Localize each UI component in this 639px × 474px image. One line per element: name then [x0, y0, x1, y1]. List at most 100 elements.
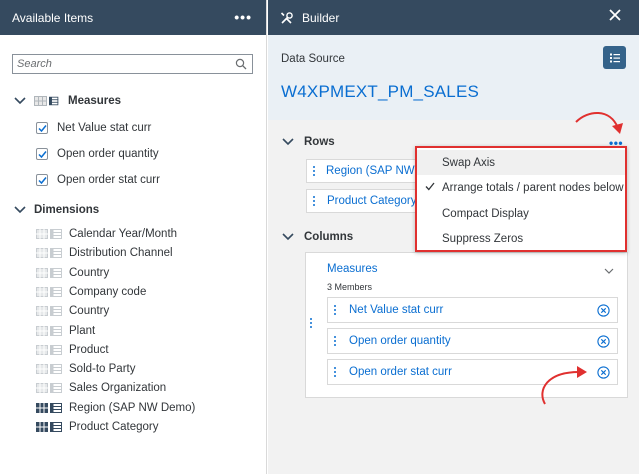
dimension-icon: [36, 422, 62, 432]
dimension-item-label: Plant: [69, 325, 96, 337]
checkbox[interactable]: [36, 174, 48, 186]
dimension-icon: [36, 364, 62, 374]
checkmark-icon: [425, 182, 435, 191]
columns-section-header[interactable]: Columns: [282, 231, 353, 243]
chevron-down-icon[interactable]: [604, 267, 614, 275]
chevron-down-icon[interactable]: [14, 96, 26, 106]
checkbox-checked-icon: [37, 150, 47, 158]
dimension-item[interactable]: Sales Organization: [36, 380, 166, 396]
drag-handle-icon[interactable]: [310, 318, 313, 328]
measure-item-label: Net Value stat curr: [57, 122, 152, 134]
dimension-item-label: Sold-to Party: [69, 363, 136, 375]
dimension-item[interactable]: Plant: [36, 323, 95, 339]
rows-label: Rows: [304, 136, 335, 148]
dimension-icon: [36, 287, 62, 297]
column-measure-token[interactable]: Net Value stat curr: [327, 297, 618, 323]
column-measure-label: Open order stat curr: [349, 366, 452, 378]
dimension-item-label: Region (SAP NW Demo): [69, 402, 196, 414]
dimension-item-label: Company code: [69, 286, 147, 298]
measure-item-label: Open order quantity: [57, 148, 159, 160]
more-icon[interactable]: •••: [234, 9, 252, 25]
wrench-icon: [280, 11, 293, 24]
panel-title: Available Items: [12, 10, 94, 25]
measure-icon: [34, 96, 47, 106]
measures-group-label: Measures: [68, 95, 122, 107]
search-input[interactable]: [13, 55, 223, 73]
rows-context-menu: Swap Axis Arrange totals / parent nodes …: [415, 146, 627, 252]
dimension-item[interactable]: Distribution Channel: [36, 245, 173, 261]
dimension-item[interactable]: Product: [36, 342, 109, 358]
rows-section-header[interactable]: Rows: [282, 136, 335, 148]
drag-handle-icon[interactable]: [334, 305, 337, 315]
dimensions-group-header[interactable]: Dimensions: [14, 201, 99, 219]
measures-group-header[interactable]: Measures: [14, 92, 121, 110]
columns-label: Columns: [304, 231, 354, 243]
dimension-icon: [36, 403, 62, 413]
chevron-down-icon[interactable]: [14, 205, 26, 215]
measure-item[interactable]: Net Value stat curr: [36, 120, 151, 136]
measures-structure-title[interactable]: Measures: [327, 263, 378, 275]
chevron-down-icon[interactable]: [282, 137, 294, 147]
dimension-item-label: Product: [69, 344, 109, 356]
dimension-item[interactable]: Product Category: [36, 419, 159, 435]
dimension-item-label: Distribution Channel: [69, 247, 173, 259]
annotation-arrow: [575, 112, 623, 134]
menu-item-label: Arrange totals / parent nodes below: [442, 181, 624, 194]
available-items-panel: Available Items ••• Measures Net Value s…: [0, 0, 267, 474]
dimension-icon: [36, 268, 62, 278]
row-dimension-label: Product Category: [327, 195, 417, 207]
checkbox[interactable]: [36, 122, 48, 134]
measure-item-label: Open order stat curr: [57, 174, 160, 186]
list-settings-icon: [609, 53, 620, 62]
dimension-item[interactable]: Country: [36, 265, 109, 281]
list-settings-button[interactable]: [603, 46, 626, 69]
dimensions-group-label: Dimensions: [34, 204, 100, 216]
menu-item-swap-axis[interactable]: Swap Axis: [417, 150, 625, 175]
checkbox-checked-icon: [37, 176, 47, 184]
annotation-arrow: [541, 366, 587, 405]
dimension-item[interactable]: Country: [36, 303, 109, 319]
remove-icon[interactable]: [597, 304, 610, 317]
menu-item-compact-display[interactable]: Compact Display: [417, 201, 625, 226]
available-items-header: Available Items •••: [0, 0, 266, 35]
menu-item-label: Suppress Zeros: [442, 232, 524, 245]
measures-count: 3 Members: [327, 282, 373, 292]
data-source-name[interactable]: W4XPMEXT_PM_SALES: [281, 82, 479, 102]
dimension-item-label: Calendar Year/Month: [69, 228, 178, 240]
drag-handle-icon[interactable]: [313, 166, 315, 176]
measure-icon: [49, 96, 59, 106]
search-icon[interactable]: [235, 58, 247, 70]
remove-icon[interactable]: [597, 366, 610, 379]
dimension-item[interactable]: Region (SAP NW Demo): [36, 400, 195, 416]
dimension-item[interactable]: Company code: [36, 284, 146, 300]
dimension-icon: [36, 248, 62, 258]
menu-item-arrange-totals[interactable]: Arrange totals / parent nodes below: [417, 175, 625, 200]
measure-item[interactable]: Open order stat curr: [36, 172, 160, 188]
builder-header: Builder: [268, 0, 639, 35]
checkbox[interactable]: [36, 148, 48, 160]
menu-item-suppress-zeros[interactable]: Suppress Zeros: [417, 226, 625, 251]
dimension-icon: [36, 306, 62, 316]
drag-handle-icon[interactable]: [334, 367, 337, 377]
drag-handle-icon[interactable]: [334, 336, 337, 346]
drag-handle-icon[interactable]: [313, 196, 316, 206]
menu-item-label: Swap Axis: [442, 156, 496, 169]
row-dimension-token[interactable]: Region (SAP NW Demo): [306, 159, 452, 183]
search-field[interactable]: [12, 54, 253, 74]
dimension-item-label: Sales Organization: [69, 382, 167, 394]
checkbox-checked-icon: [37, 124, 47, 132]
measure-item[interactable]: Open order quantity: [36, 146, 159, 162]
close-icon[interactable]: [609, 9, 621, 21]
builder-title: Builder: [302, 10, 340, 25]
dimension-item[interactable]: Calendar Year/Month: [36, 226, 177, 242]
dimension-item[interactable]: Sold-to Party: [36, 361, 135, 377]
dimension-icon: [36, 326, 62, 336]
dimension-item-label: Product Category: [69, 421, 159, 433]
chevron-down-icon[interactable]: [282, 232, 294, 242]
remove-icon[interactable]: [597, 335, 610, 348]
data-source-label: Data Source: [281, 53, 345, 65]
column-measure-token[interactable]: Open order quantity: [327, 328, 618, 354]
row-dimension-token[interactable]: Product Category: [306, 189, 426, 213]
column-measure-label: Net Value stat curr: [349, 304, 444, 316]
dimension-icon: [36, 229, 62, 239]
